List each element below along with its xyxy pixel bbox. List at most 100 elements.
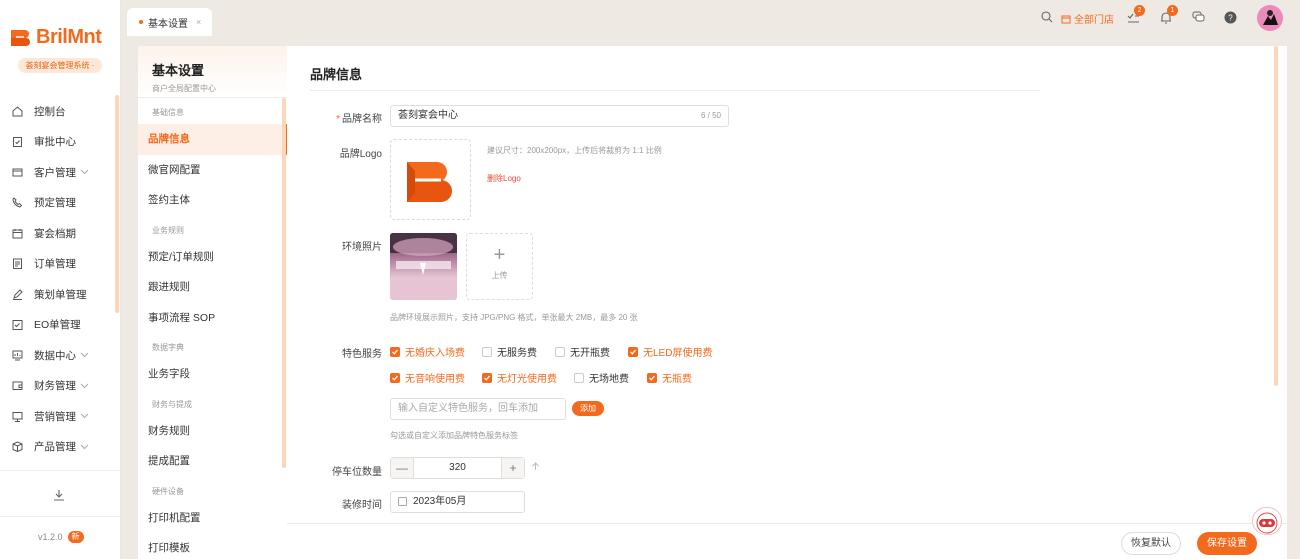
add-feature-button[interactable]: 添加 xyxy=(572,401,604,416)
eo-icon xyxy=(12,319,23,331)
feature-checkbox[interactable]: 无瓶费 xyxy=(647,370,692,385)
save-button[interactable]: 保存设置 xyxy=(1197,532,1257,555)
feature-checkbox[interactable]: 无服务费 xyxy=(482,344,537,359)
arrow-up-icon xyxy=(531,462,540,473)
menu-item[interactable]: 事项流程 SOP xyxy=(138,303,287,334)
menu-item[interactable]: 业务字段 xyxy=(138,359,287,390)
increment-button[interactable]: + xyxy=(502,458,524,478)
menu-group-title: 硬件设备 xyxy=(152,486,184,496)
sidebar-item-box[interactable]: 产品管理 xyxy=(0,432,121,463)
sidebar-item-calendar[interactable]: 宴会档期 xyxy=(0,218,121,249)
feature-label: 无服务费 xyxy=(497,348,537,359)
main-scrollbar[interactable] xyxy=(1274,46,1278,386)
store-icon xyxy=(1061,15,1071,23)
feature-label: 无音响使用费 xyxy=(405,374,465,385)
menu-item[interactable]: 提成配置 xyxy=(138,446,287,477)
search-icon[interactable] xyxy=(1041,11,1053,26)
feature-checkbox[interactable]: 无灯光使用费 xyxy=(482,370,557,385)
renovation-date-picker[interactable]: 2023年05月 xyxy=(390,491,525,513)
decrement-button[interactable]: — xyxy=(391,458,413,478)
sidebar-scrollbar[interactable] xyxy=(115,95,119,313)
required-mark: * xyxy=(336,114,340,125)
sidebar-item-label: 财务管理 xyxy=(34,380,76,393)
chevron-down-icon xyxy=(80,167,89,177)
brand-logo-icon xyxy=(11,29,30,46)
checkbox-checked-icon xyxy=(647,372,657,383)
brand-name: BrilMnt xyxy=(36,26,102,48)
app-root: BrilMnt 荟刻宴会管理系统 · 控制台 审批中心客户管理预定管理宴会档期订单… xyxy=(0,0,1300,559)
delete-logo-link[interactable]: 删除Logo xyxy=(487,173,521,184)
download-icon[interactable] xyxy=(53,489,65,504)
photos-hint: 品牌环境展示照片，支持 JPG/PNG 格式，单张最大 2MB，最多 20 张 xyxy=(390,313,638,322)
brand-name-input[interactable]: 荟刻宴会中心 6 / 50 xyxy=(390,105,729,127)
pen-icon xyxy=(12,289,23,300)
sidebar-item-clipboard-check[interactable]: 审批中心 xyxy=(0,127,121,158)
sidebar-item-pen[interactable]: 策划单管理 xyxy=(0,279,121,310)
reset-button[interactable]: 恢复默认 xyxy=(1121,532,1181,555)
help-icon[interactable]: ? xyxy=(1224,11,1237,27)
sidebar-item-label: 客户管理 xyxy=(34,166,76,179)
photo-upload-button[interactable]: + 上传 xyxy=(466,233,533,300)
feature-checkbox[interactable]: 无婚庆入场费 xyxy=(390,344,465,359)
menu-group-title: 财务与提成 xyxy=(152,399,192,409)
sidebar-item-wallet[interactable]: 财务管理 xyxy=(0,371,121,402)
bell-badge: 1 xyxy=(1167,5,1178,16)
parking-stepper[interactable]: — 320 + xyxy=(390,457,525,479)
new-badge: 新 xyxy=(67,531,84,543)
sidebar-item-customer[interactable]: 客户管理 xyxy=(0,157,121,188)
panel-header: 基本设置 商户全局配置中心 xyxy=(138,46,287,98)
menu-item[interactable]: 打印模板 xyxy=(138,533,287,559)
custom-feature-input[interactable]: 输入自定义特色服务，回车添加 xyxy=(390,398,566,420)
box-icon xyxy=(12,441,23,453)
store-selector[interactable]: 全部门店 xyxy=(1061,11,1114,26)
brand-logo-image xyxy=(407,162,452,202)
calendar-icon xyxy=(12,228,23,239)
avatar[interactable] xyxy=(1257,5,1283,31)
feature-checkbox[interactable]: 无音响使用费 xyxy=(390,370,465,385)
customer-icon xyxy=(12,167,23,178)
checkbox-checked-icon xyxy=(482,372,492,383)
section-title: 品牌信息 xyxy=(310,67,363,82)
logo-uploader[interactable] xyxy=(390,139,471,220)
system-switcher[interactable]: 荟刻宴会管理系统 · xyxy=(18,58,102,73)
menu-item[interactable]: 财务规则 xyxy=(138,416,287,447)
svg-text:?: ? xyxy=(1228,14,1233,23)
assistant-robot-icon[interactable] xyxy=(1252,507,1282,535)
menu-item[interactable]: 微官网配置 xyxy=(138,155,287,186)
menu-group-title: 数据字典 xyxy=(152,343,184,352)
menu-group-title: 业务规则 xyxy=(152,225,184,235)
menu-item[interactable]: 打印机配置 xyxy=(138,503,287,534)
menu-item[interactable]: 品牌信息 xyxy=(138,124,287,155)
feature-checkbox[interactable]: 无开瓶费 xyxy=(555,344,610,359)
label-text: 品牌名称 xyxy=(342,114,382,125)
sidebar-item-home[interactable]: 控制台 xyxy=(0,96,121,127)
chevron-down-icon xyxy=(80,350,89,360)
feature-label: 无婚庆入场费 xyxy=(405,348,465,359)
sidebar-item-order[interactable]: 订单管理 xyxy=(0,249,121,280)
sidebar-item-phone[interactable]: 预定管理 xyxy=(0,188,121,219)
date-value: 2023年05月 xyxy=(413,496,467,507)
sidebar-item-eo[interactable]: EO单管理 xyxy=(0,310,121,341)
menu-item[interactable]: 跟进规则 xyxy=(138,272,287,303)
tab-basic-settings[interactable]: 基本设置 × xyxy=(127,8,212,36)
sidebar-item-chart[interactable]: 数据中心 xyxy=(0,340,121,371)
close-icon[interactable]: × xyxy=(196,17,201,27)
panel-scrollbar[interactable] xyxy=(282,98,286,468)
upload-label: 上传 xyxy=(491,271,508,280)
sidebar-item-label: EO单管理 xyxy=(34,319,81,332)
chevron-down-icon xyxy=(80,442,89,452)
chat-icon[interactable] xyxy=(1192,11,1205,26)
environment-photo[interactable] xyxy=(390,233,457,300)
clipboard-check-icon xyxy=(12,136,23,148)
brand-logo[interactable]: BrilMnt xyxy=(10,26,102,49)
checkbox-checked-icon xyxy=(628,346,638,357)
parking-value[interactable]: 320 xyxy=(413,458,502,478)
sidebar-item-monitor[interactable]: 营销管理 xyxy=(0,401,121,432)
sidebar-item-label: 宴会档期 xyxy=(34,227,76,240)
feature-checkbox[interactable]: 无LED屏使用费 xyxy=(628,344,712,359)
menu-item[interactable]: 签约主体 xyxy=(138,185,287,216)
input-value: 荟刻宴会中心 xyxy=(398,110,458,121)
feature-checkbox[interactable]: 无场地费 xyxy=(574,370,629,385)
sidebar-item-label: 订单管理 xyxy=(34,258,76,271)
menu-item[interactable]: 预定/订单规则 xyxy=(138,242,287,273)
